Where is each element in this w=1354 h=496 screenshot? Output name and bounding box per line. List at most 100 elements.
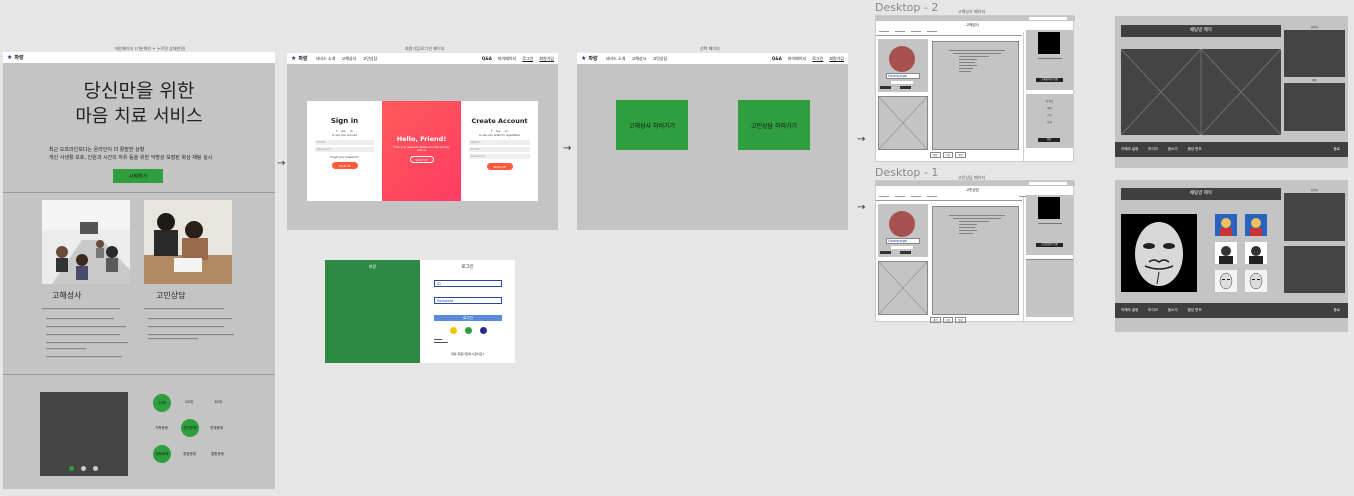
nav-signup[interactable]: 회원가입 — [539, 56, 554, 62]
participant-thumb[interactable] — [1215, 214, 1237, 236]
category-10s[interactable]: 10대 — [153, 394, 171, 412]
nav-qa[interactable]: Q&A — [772, 56, 782, 62]
sign-in-password-input[interactable]: Password — [315, 147, 374, 152]
sign-up-button[interactable]: SIGN UP — [486, 163, 513, 170]
nav-link-counsel[interactable]: 고민상담 — [653, 56, 668, 61]
forgot-password-link[interactable]: Forgot your password? — [307, 155, 382, 160]
category-lover[interactable]: 연인문제 — [181, 419, 199, 437]
hello-sign-up-button[interactable]: SIGN UP — [409, 156, 434, 163]
naver-login-icon[interactable] — [465, 327, 472, 334]
menu-item[interactable]: 음성 — [1026, 119, 1073, 126]
chat-room-frame-top: 채팅방 제목 참여자 채팅 카메라 설정 마이크 음소거 음성 변조 종료 — [1115, 16, 1348, 168]
divider — [3, 192, 275, 193]
create-account-panel: Create Account f G+ in or use your email f… — [461, 101, 538, 201]
done-button[interactable]: 완료 — [955, 317, 966, 323]
side-menu: 내 정보 채팅 친구 음성 영상 — [1026, 94, 1073, 148]
category-30s[interactable]: 30대 — [214, 400, 222, 405]
category-career[interactable]: 진로문제 — [153, 445, 171, 463]
sign-in-button[interactable]: SIGN IN — [331, 162, 358, 169]
prev-button[interactable]: 이전 — [930, 152, 941, 158]
participant-thumb[interactable] — [1245, 242, 1267, 264]
menu-item[interactable]: 채팅 — [1026, 105, 1073, 112]
image-placeholder — [878, 96, 928, 150]
participant-thumb[interactable] — [1215, 270, 1237, 292]
login-text-lines — [434, 339, 448, 343]
carousel-dot-active[interactable] — [69, 466, 74, 471]
mic-button[interactable]: 마이크 — [1148, 308, 1158, 313]
nav-link-confession[interactable]: 고해성사 — [342, 56, 357, 61]
next-button[interactable]: 다음 — [942, 152, 954, 158]
voice-modulation-button[interactable]: 음성 변조 — [1188, 308, 1202, 313]
carousel-dot[interactable] — [93, 466, 98, 471]
category-family[interactable]: 가족문제 — [155, 426, 168, 431]
sign-in-email-input[interactable]: Email — [315, 140, 374, 145]
kakao-login-icon[interactable] — [450, 327, 457, 334]
id-input[interactable]: ID — [434, 280, 502, 287]
voice-modulation-button[interactable]: 음성 변조 — [1188, 147, 1202, 152]
divider — [3, 374, 275, 375]
category-romance[interactable]: 연애문제 — [210, 426, 223, 431]
camera-setting-button[interactable]: 카메라 설정 — [1121, 308, 1138, 313]
exit-button[interactable]: 종료 — [1334, 147, 1340, 152]
counsel-photo — [144, 200, 232, 284]
signup-link[interactable]: 계정 회원가입하시겠어요? — [420, 352, 515, 356]
menu-item[interactable]: 내 정보 — [1026, 98, 1073, 105]
nav-login[interactable]: 로그인 — [812, 56, 823, 62]
next-button[interactable]: 다음 — [942, 317, 954, 323]
create-password-input[interactable]: Password — [469, 154, 530, 159]
category-marriage[interactable]: 결혼문제 — [211, 452, 224, 457]
search-bar[interactable] — [1029, 182, 1067, 185]
participant-thumb[interactable] — [1215, 242, 1237, 264]
profile-card: Homepage — [878, 204, 928, 257]
chat-footer: 카메라 설정 마이크 음소거 음성 변조 종료 — [1115, 142, 1348, 157]
flow-arrow-icon: → — [563, 143, 572, 154]
exit-button[interactable]: 종료 — [1334, 308, 1340, 313]
start-button[interactable]: 시작하기 — [113, 169, 163, 183]
counsel-select-button[interactable]: 고민상담 하러가기 — [738, 100, 810, 150]
mute-button[interactable]: 음소거 — [1168, 308, 1178, 313]
password-input[interactable]: Password — [434, 297, 502, 304]
menu-item[interactable]: 친구 — [1026, 112, 1073, 119]
nav-mypage[interactable]: 마이페이지 — [498, 56, 516, 62]
join-room-button[interactable]: 고민상담방 입장 — [1036, 243, 1063, 247]
desktop2-frame: 고해성사 Homepage 고해성사방 입장 내 정보 채팅 친구 음성 영상 … — [875, 15, 1075, 162]
camera-setting-button[interactable]: 카메라 설정 — [1121, 147, 1138, 152]
name-input[interactable]: Name — [469, 140, 530, 145]
search-bar[interactable] — [1029, 17, 1067, 20]
flow-arrow-icon: → — [277, 158, 286, 169]
confession-select-button[interactable]: 고해성사 하러가기 — [616, 100, 688, 150]
nav-qa[interactable]: Q&A — [482, 56, 492, 62]
hero-description: 최근 오프라인보다는 온라인이 더 활발한 상황 개인 사생활 보호, 인원과 … — [49, 147, 213, 161]
hero-title: 당신만을 위한 마음 치료 서비스 — [75, 80, 203, 127]
logo[interactable]: ★ 파랑 — [7, 54, 24, 61]
login-page-frame: ★ 파랑 서비스 소개 고해성사 고민상담 Q&A 마이페이지 로그인 회원가입 … — [287, 53, 558, 230]
category-job[interactable]: 취업문제 — [183, 452, 196, 457]
hello-title: Hello, Friend! — [396, 135, 447, 143]
done-button[interactable]: 완료 — [955, 152, 966, 158]
nav-signup[interactable]: 회원가입 — [829, 56, 844, 62]
participants-panel — [1284, 30, 1345, 77]
create-account-title: Create Account — [471, 117, 528, 125]
category-20s[interactable]: 20대 — [185, 400, 193, 405]
login-brand-panel: 파랑 — [325, 260, 420, 363]
participant-thumb[interactable] — [1245, 270, 1267, 292]
carousel[interactable] — [40, 392, 128, 476]
nav-link-intro[interactable]: 서비스 소개 — [316, 56, 336, 61]
login-button[interactable]: 로그인 — [434, 315, 502, 321]
nav-mypage[interactable]: 마이페이지 — [788, 56, 806, 62]
nav-link-intro[interactable]: 서비스 소개 — [606, 56, 626, 61]
mic-button[interactable]: 마이크 — [1148, 147, 1158, 152]
prev-button[interactable]: 이전 — [930, 317, 941, 323]
google-login-icon[interactable] — [480, 327, 487, 334]
participant-thumb[interactable] — [1245, 214, 1267, 236]
nav-login[interactable]: 로그인 — [522, 56, 533, 62]
carousel-dot[interactable] — [81, 466, 86, 471]
nav-link-counsel[interactable]: 고민상담 — [363, 56, 378, 61]
mute-button[interactable]: 음소거 — [1168, 147, 1178, 152]
room-preview: 고해성사방 입장 — [1026, 30, 1073, 90]
join-room-button[interactable]: 고해성사방 입장 — [1036, 78, 1063, 82]
create-email-input[interactable]: Email — [469, 147, 530, 152]
menu-confirm-button[interactable]: 영상 — [1038, 138, 1060, 142]
avatar — [889, 211, 915, 237]
nav-link-confession[interactable]: 고해성사 — [632, 56, 647, 61]
